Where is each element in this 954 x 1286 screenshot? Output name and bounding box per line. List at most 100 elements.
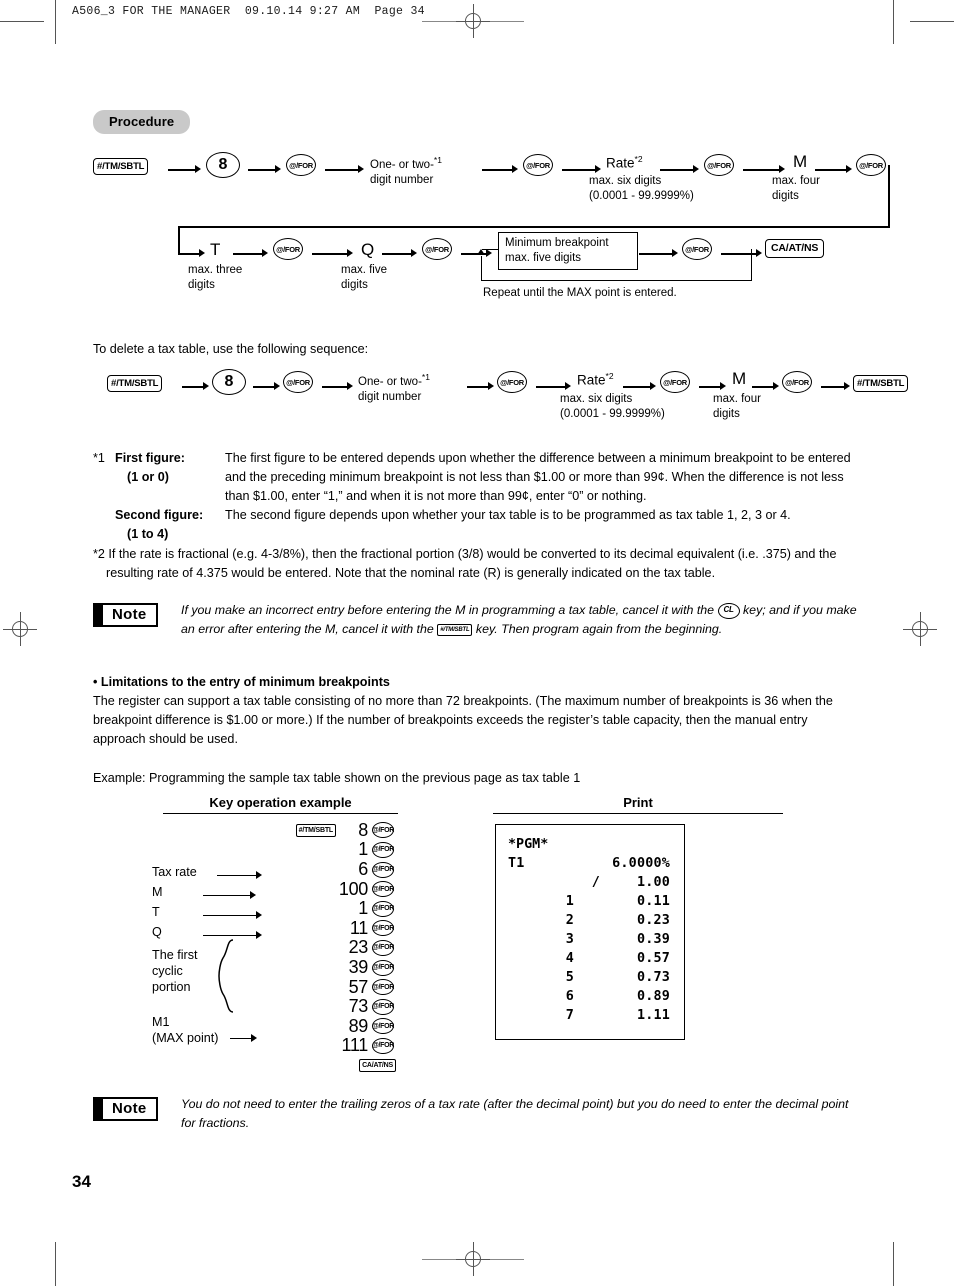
for-key-label: @/FOR xyxy=(856,154,886,176)
key-op-key[interactable]: @/FOR xyxy=(368,861,398,878)
receipt-title: *PGM* xyxy=(508,837,549,853)
del-key-tmsbtl[interactable]: #/TM/SBTL xyxy=(107,375,163,393)
for-key-label: @/FOR xyxy=(372,1037,394,1054)
receipt: *PGM* T1 6.0000% / 1.00 1 0.11 2 0.23 3 … xyxy=(508,835,672,1025)
m-label: M xyxy=(793,152,808,171)
arrow-3 xyxy=(325,165,365,174)
del-key-for-4[interactable]: @/FOR xyxy=(782,371,812,394)
crop-mark-bottom-right-vertical xyxy=(893,1242,894,1286)
del-node-rate-sub: max. six digits (0.0001 - 99.9999%) xyxy=(560,392,665,421)
arrow-8 xyxy=(815,165,853,174)
key-op-key[interactable]: @/FOR xyxy=(368,881,398,898)
proc-key-for-3[interactable]: @/FOR xyxy=(704,154,734,176)
tmsbtl-key-label: #/TM/SBTL xyxy=(107,375,163,393)
second-figure-label: Second figure: xyxy=(115,507,204,522)
del-arrow-4 xyxy=(467,382,495,391)
rate-sub-line2: (0.0001 - 99.9999%) xyxy=(560,407,665,420)
m1-line: M1 xyxy=(152,1014,170,1029)
crop-mark-top-right-horizontal xyxy=(910,21,954,22)
repeat-caption: Repeat until the MAX point is entered. xyxy=(483,287,677,299)
receipt-row-no: 3 xyxy=(565,932,574,948)
arrow-5 xyxy=(562,165,602,174)
del-key-for-2[interactable]: @/FOR xyxy=(497,371,527,394)
key-op-key[interactable]: @/FOR xyxy=(368,939,398,956)
proc-key-for-6[interactable]: @/FOR xyxy=(422,238,452,260)
del-key-for-3[interactable]: @/FOR xyxy=(660,371,690,394)
del-key-for-1[interactable]: @/FOR xyxy=(283,371,313,394)
label-m: M xyxy=(152,884,163,899)
proc-key-caatns[interactable]: CA/AT/NS xyxy=(765,239,825,258)
key-op-value: 100 xyxy=(338,878,368,899)
key-op-value: 1 xyxy=(358,898,368,919)
registration-mark-bottom xyxy=(422,1242,524,1276)
note-label: Note xyxy=(103,602,158,627)
key-op-key[interactable]: @/FOR xyxy=(368,959,398,976)
limitations-example: Example: Programming the sample tax tabl… xyxy=(93,771,581,786)
t-sub-line1: max. three xyxy=(188,264,243,276)
key-op-key[interactable]: @/FOR xyxy=(368,1037,398,1054)
arrow-13 xyxy=(639,249,679,258)
label-m1: M1 (MAX point) xyxy=(152,1014,219,1047)
for-key-label: @/FOR xyxy=(372,822,394,839)
m-sub-line2: digits xyxy=(772,189,799,202)
receipt-rate: 6.0000% xyxy=(612,856,670,872)
key-operation-column: Key operation example xyxy=(163,795,398,815)
key-op-key[interactable]: @/FOR xyxy=(368,920,398,937)
receipt-slash: / xyxy=(591,875,600,891)
del-key-8[interactable]: 8 xyxy=(212,369,246,396)
key-op-row-last: CA/AT/NS xyxy=(233,1056,398,1076)
max-point-line: (MAX point) xyxy=(152,1030,219,1045)
key-op-value: 11 xyxy=(349,917,368,938)
arrow-9 xyxy=(233,249,269,258)
key-op-value: 73 xyxy=(348,996,369,1017)
del-arrow-5 xyxy=(536,382,572,391)
del-arrow-6 xyxy=(623,382,657,391)
key-op-key[interactable]: @/FOR xyxy=(368,822,398,839)
footnote-ref-1: *1 xyxy=(421,372,430,383)
cyclic-line1: The first xyxy=(152,947,198,962)
cl-key-label: CL xyxy=(717,602,740,619)
m-sub-line2: digits xyxy=(713,407,740,420)
receipt-row-amount: 0.23 xyxy=(636,913,670,929)
second-figure-range: (1 to 4) xyxy=(127,526,169,541)
connector-arrow-into-row2 xyxy=(178,249,206,258)
del-arrow-7 xyxy=(699,382,727,391)
receipt-row: 3 0.39 xyxy=(508,930,672,949)
del-key-tmsbtl-end[interactable]: #/TM/SBTL xyxy=(853,375,909,393)
key-op-value: 89 xyxy=(348,1015,369,1036)
key-op-key[interactable]: @/FOR xyxy=(368,979,398,996)
receipt-row: 7 1.11 xyxy=(508,1006,672,1025)
proc-key-for-1[interactable]: @/FOR xyxy=(286,154,316,176)
proc-key-8[interactable]: 8 xyxy=(206,152,240,178)
key-op-key[interactable]: @/FOR xyxy=(368,841,398,858)
proc-node-q: Q xyxy=(361,239,374,261)
tmsbtl-key-label: #/TM/SBTL xyxy=(853,375,909,393)
proc-node-digit-number: One- or two-*1 digit number xyxy=(370,155,442,187)
arrow-6 xyxy=(660,165,700,174)
arrow-7 xyxy=(743,165,786,174)
m-sub-line1: max. four xyxy=(772,175,820,187)
key-op-key[interactable]: @/FOR xyxy=(368,998,398,1015)
arrow-1 xyxy=(168,165,202,174)
limitations-body: The register can support a tax table con… xyxy=(93,694,833,747)
cyclic-line3: portion xyxy=(152,980,191,995)
proc-node-q-sub: max. five digits xyxy=(341,263,387,292)
arrow-14 xyxy=(721,249,763,258)
note-1-text: If you make an incorrect entry before en… xyxy=(181,601,861,639)
note-block-1: Note If you make an incorrect entry befo… xyxy=(93,601,861,659)
receipt-row-no: 2 xyxy=(565,913,574,929)
proc-key-for-7[interactable]: @/FOR xyxy=(682,238,712,260)
proc-key-for-4b[interactable]: @/FOR xyxy=(856,154,886,176)
proc-key-tmsbtl[interactable]: #/TM/SBTL xyxy=(93,158,149,176)
note-2-text: You do not need to enter the trailing ze… xyxy=(181,1096,849,1130)
key-op-key[interactable]: @/FOR xyxy=(368,900,398,917)
proc-key-for-2[interactable]: @/FOR xyxy=(523,154,553,176)
key-op-key[interactable]: @/FOR xyxy=(368,1018,398,1035)
proc-key-for-5[interactable]: @/FOR xyxy=(273,238,303,260)
print-column: Print *PGM* T1 6.0000% / 1.00 1 0.11 2 0… xyxy=(493,795,783,1041)
for-key-label: @/FOR xyxy=(523,154,553,176)
m-label: M xyxy=(732,369,747,389)
note-bar xyxy=(93,1096,103,1121)
note-label: Note xyxy=(103,1096,158,1121)
note-1-part3: key. Then program again from the beginni… xyxy=(475,622,723,637)
